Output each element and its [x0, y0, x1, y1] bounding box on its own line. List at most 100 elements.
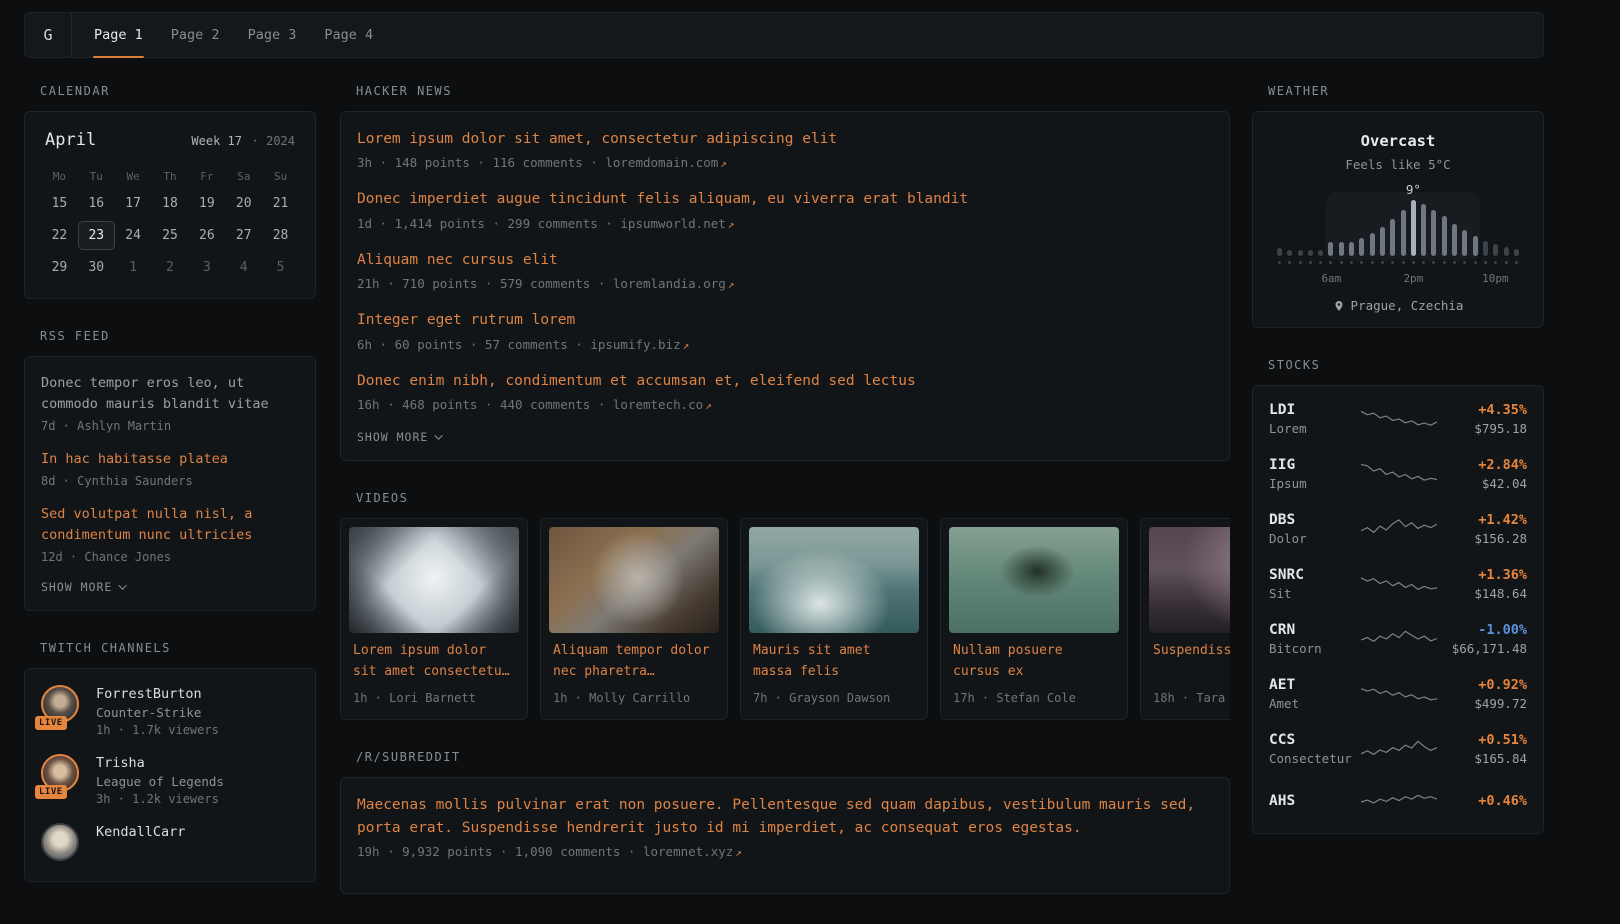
rss-item-title[interactable]: Donec tempor eros leo, ut commodo mauris… — [41, 373, 299, 415]
weekday-label: We — [115, 166, 152, 187]
stock-id: AHS — [1269, 793, 1361, 812]
stock-row[interactable]: IIG Ipsum +2.84% $42.04 — [1269, 457, 1527, 491]
news-item-domain[interactable]: loremdomain.com — [605, 155, 718, 170]
news-item-meta: 6h · 60 points · 57 comments · ipsumify.… — [357, 337, 1213, 352]
external-link-icon — [735, 846, 742, 859]
video-title: Mauris sit amet massa felis — [753, 641, 915, 683]
video-card[interactable]: Nullam posuere cursus ex 17h · Stefan Co… — [940, 518, 1128, 720]
news-item: Donec enim nibh, condimentum et accumsan… — [357, 370, 1213, 412]
stock-row[interactable]: SNRC Sit +1.36% $148.64 — [1269, 567, 1527, 601]
right-column: WEATHER Overcast Feels like 5°C 9° 6am2p… — [1252, 84, 1544, 864]
news-item-domain[interactable]: ipsumworld.net — [620, 216, 725, 231]
stock-change: +1.42% — [1437, 512, 1527, 528]
stock-id: AET Amet — [1269, 677, 1361, 711]
stock-sparkline — [1361, 624, 1437, 654]
hackernews-show-more-button[interactable]: SHOW MORE — [357, 430, 443, 444]
news-item-stats: 21h · 710 points · 579 comments · — [357, 276, 605, 291]
stock-row[interactable]: CCS Consectetur +0.51% $165.84 — [1269, 732, 1527, 766]
page-tabs: Page 1Page 2Page 3Page 4 — [80, 13, 387, 57]
stock-price: $156.28 — [1437, 531, 1527, 546]
video-card[interactable]: Lorem ipsum dolor sit amet consectetu… 1… — [340, 518, 528, 720]
calendar-day: 24 — [115, 221, 152, 250]
subreddit-section-title: /R/SUBREDDIT — [356, 750, 1230, 764]
calendar-day: 18 — [152, 189, 189, 218]
video-title: Suspendisse diam — [1153, 641, 1230, 683]
weather-chart: 9° 6am2pm10pm — [1275, 182, 1521, 286]
calendar-day: 20 — [225, 189, 262, 218]
reddit-post-domain[interactable]: loremnet.xyz — [643, 844, 733, 859]
video-meta: 1h · Molly Carrillo — [553, 691, 715, 705]
rss-item-title[interactable]: In hac habitasse platea — [41, 449, 299, 470]
rss-item: Sed volutpat nulla nisl, a condimentum n… — [41, 504, 299, 564]
weather-widget: WEATHER Overcast Feels like 5°C 9° 6am2p… — [1252, 84, 1544, 328]
news-item-title[interactable]: Donec imperdiet augue tincidunt felis al… — [357, 188, 1213, 210]
stock-change: +4.35% — [1437, 402, 1527, 418]
stock-sparkline — [1361, 404, 1437, 434]
external-link-icon — [728, 278, 735, 291]
news-item-title[interactable]: Donec enim nibh, condimentum et accumsan… — [357, 370, 1213, 392]
weather-location: Prague, Czechia — [1267, 298, 1529, 313]
stock-name: Consectetur — [1269, 751, 1361, 766]
news-item-domain[interactable]: loremlandia.org — [613, 276, 726, 291]
page-tab[interactable]: Page 1 — [80, 13, 157, 57]
hackernews-section-title: HACKER NEWS — [356, 84, 1230, 98]
calendar-weekday-row: MoTuWeThFrSaSu — [41, 166, 299, 187]
external-link-icon — [705, 399, 712, 412]
rss-box: Donec tempor eros leo, ut commodo mauris… — [24, 356, 316, 611]
stock-id: CCS Consectetur — [1269, 732, 1361, 766]
stock-row[interactable]: DBS Dolor +1.42% $156.28 — [1269, 512, 1527, 546]
twitch-channel[interactable]: LIVE ForrestBurton Counter-Strike 1h · 1… — [41, 685, 299, 737]
rss-item-title[interactable]: Sed volutpat nulla nisl, a condimentum n… — [41, 504, 299, 546]
video-card[interactable]: Mauris sit amet massa felis 7h · Grayson… — [740, 518, 928, 720]
weekday-label: Fr — [188, 166, 225, 187]
twitch-channel[interactable]: LIVE Trisha League of Legends 3h · 1.2k … — [41, 754, 299, 806]
stock-row[interactable]: CRN Bitcorn -1.00% $66,171.48 — [1269, 622, 1527, 656]
calendar-widget: CALENDAR April Week 17 · 2024 MoTuWeThFr… — [24, 84, 316, 299]
rss-show-more-button[interactable]: SHOW MORE — [41, 580, 127, 594]
page-tab[interactable]: Page 2 — [157, 13, 234, 57]
rss-item-meta: 7d · Ashlyn Martin — [41, 419, 299, 433]
video-card[interactable]: Suspendisse diam 18h · Tara — [1140, 518, 1230, 720]
channel-name: ForrestBurton — [96, 686, 219, 702]
calendar-day: 27 — [225, 221, 262, 250]
dashboard-page: G Page 1Page 2Page 3Page 4 CALENDAR Apri… — [0, 12, 1620, 924]
twitch-widget: TWITCH CHANNELS LIVE ForrestBurton Count… — [24, 641, 316, 882]
stock-id: SNRC Sit — [1269, 567, 1361, 601]
app-logo[interactable]: G — [25, 13, 72, 57]
news-item-stats: 16h · 468 points · 440 comments · — [357, 397, 605, 412]
news-item-title[interactable]: Aliquam nec cursus elit — [357, 249, 1213, 271]
news-item-title[interactable]: Lorem ipsum dolor sit amet, consectetur … — [357, 128, 1213, 150]
stock-row[interactable]: LDI Lorem +4.35% $795.18 — [1269, 402, 1527, 436]
reddit-post-title[interactable]: Maecenas mollis pulvinar erat non posuer… — [357, 794, 1213, 839]
page-tab[interactable]: Page 3 — [234, 13, 311, 57]
weekday-label: Mo — [41, 166, 78, 187]
stock-change: +0.46% — [1437, 793, 1527, 809]
calendar-section-title: CALENDAR — [40, 84, 316, 98]
news-item-domain[interactable]: ipsumify.biz — [590, 337, 680, 352]
calendar-year-label: · 2024 — [252, 134, 295, 148]
news-item-domain[interactable]: loremtech.co — [613, 397, 703, 412]
temperature-label: 9° — [1406, 182, 1421, 197]
video-row: Lorem ipsum dolor sit amet consectetu… 1… — [340, 518, 1230, 720]
channel-name: Trisha — [96, 755, 224, 771]
page-tab[interactable]: Page 4 — [310, 13, 387, 57]
stock-row[interactable]: AHS +0.46% — [1269, 787, 1527, 817]
twitch-channel[interactable]: LIVE KendallCarr — [41, 823, 299, 865]
channel-info: KendallCarr — [96, 823, 185, 865]
video-card[interactable]: Aliquam tempor dolor nec pharetra… 1h · … — [540, 518, 728, 720]
stock-symbol: CCS — [1269, 732, 1361, 748]
hackernews-box: Lorem ipsum dolor sit amet, consectetur … — [340, 111, 1230, 461]
calendar-day: 17 — [115, 189, 152, 218]
stock-row[interactable]: AET Amet +0.92% $499.72 — [1269, 677, 1527, 711]
stock-id: CRN Bitcorn — [1269, 622, 1361, 656]
live-badge: LIVE — [35, 785, 67, 799]
video-meta: 1h · Lori Barnett — [353, 691, 515, 705]
channel-info: Trisha League of Legends 3h · 1.2k viewe… — [96, 754, 224, 806]
video-meta: 17h · Stefan Cole — [953, 691, 1115, 705]
stock-symbol: AHS — [1269, 793, 1361, 809]
stock-values: -1.00% $66,171.48 — [1437, 622, 1527, 656]
stock-symbol: SNRC — [1269, 567, 1361, 583]
news-item-title[interactable]: Integer eget rutrum lorem — [357, 309, 1213, 331]
news-item-meta: 21h · 710 points · 579 comments · loreml… — [357, 276, 1213, 291]
stock-name: Ipsum — [1269, 476, 1361, 491]
